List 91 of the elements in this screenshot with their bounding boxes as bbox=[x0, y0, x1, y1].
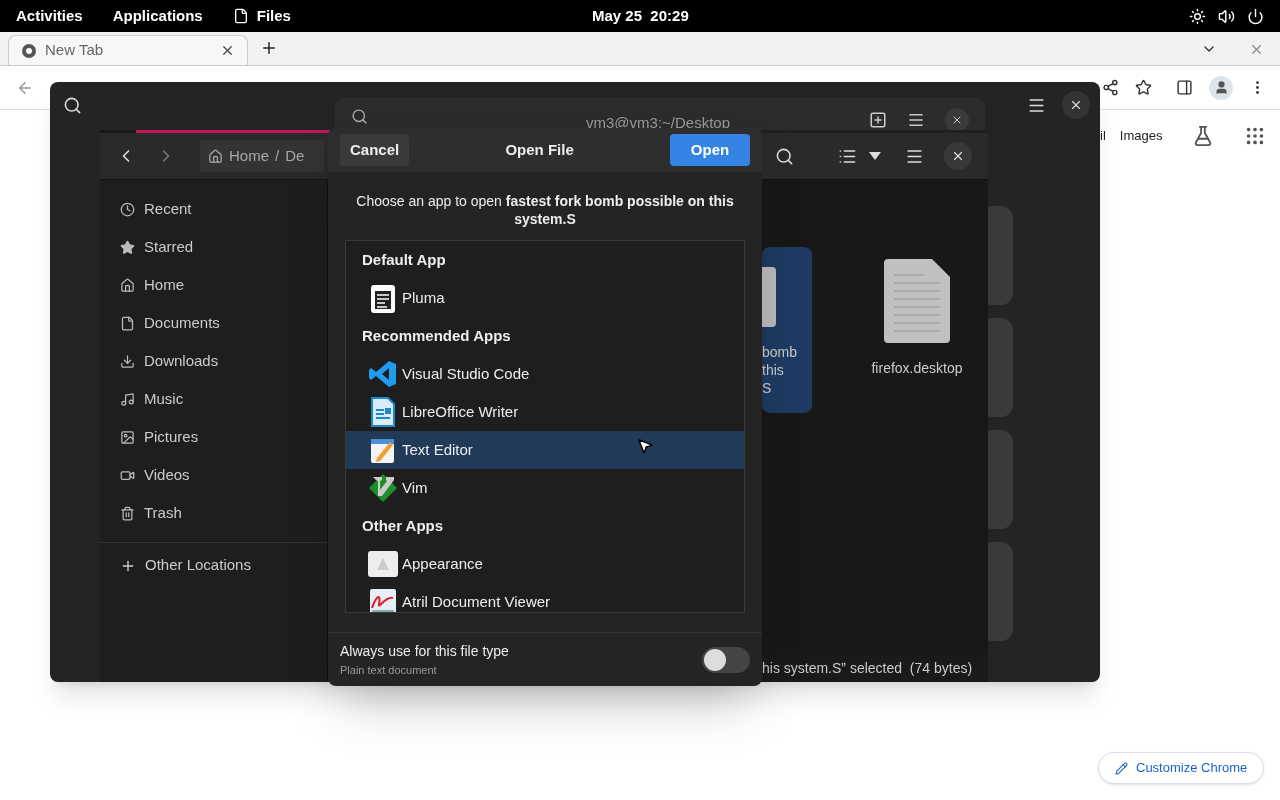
close-icon bbox=[1069, 98, 1083, 112]
app-row[interactable]: Vim bbox=[346, 469, 744, 507]
applications-menu[interactable]: Applications bbox=[112, 4, 203, 28]
file-name: this bbox=[762, 361, 785, 379]
activities-button[interactable]: Activities bbox=[16, 4, 83, 28]
window-title: vm3@vm3:~/Desktop bbox=[586, 113, 731, 133]
side-panel-icon[interactable] bbox=[1176, 79, 1193, 96]
search-icon[interactable] bbox=[351, 108, 368, 125]
link[interactable]: il bbox=[1100, 126, 1106, 146]
open-button[interactable]: Open bbox=[670, 134, 750, 166]
close-icon bbox=[951, 149, 965, 163]
music-note-icon bbox=[120, 391, 135, 407]
share-icon[interactable] bbox=[1102, 79, 1119, 96]
other-locations-item[interactable]: Other Locations bbox=[100, 542, 327, 588]
toggle-switch[interactable] bbox=[702, 646, 750, 673]
link[interactable]: Images bbox=[1119, 126, 1163, 146]
breadcrumb-item[interactable]: De bbox=[285, 144, 305, 168]
bookmark-star-icon[interactable] bbox=[1135, 79, 1152, 96]
menu-icon[interactable] bbox=[907, 111, 925, 129]
sidebar-item[interactable]: Downloads bbox=[100, 342, 327, 380]
file-item[interactable]: firefox.desktop bbox=[862, 247, 972, 655]
sidebar-item[interactable]: Music bbox=[100, 380, 327, 418]
app-row[interactable]: Visual Studio Code bbox=[346, 355, 744, 393]
volume-icon[interactable] bbox=[1218, 7, 1235, 25]
file-item[interactable]: bomb this S bbox=[762, 247, 812, 413]
close-button[interactable] bbox=[944, 142, 972, 170]
tab-title: New Tab bbox=[45, 40, 104, 61]
home-icon bbox=[120, 277, 135, 293]
status-text: his system.S” selected (74 bytes) bbox=[762, 659, 973, 678]
app-row[interactable]: Atril Document Viewer bbox=[346, 583, 744, 612]
sidebar-item[interactable]: Pictures bbox=[100, 418, 327, 456]
browser-logo-icon bbox=[21, 42, 37, 59]
section-heading: Other Apps bbox=[361, 515, 445, 536]
app-row[interactable]: LibreOffice Writer bbox=[346, 393, 744, 431]
clock-icon bbox=[120, 201, 135, 217]
app-row[interactable]: Appearance bbox=[346, 545, 744, 583]
code-editor-icon bbox=[368, 359, 398, 389]
browser-tab[interactable]: New Tab bbox=[8, 35, 248, 65]
file-name: firefox.desktop bbox=[871, 359, 963, 377]
section-heading: Default App bbox=[361, 249, 447, 270]
document-viewer-icon bbox=[369, 588, 397, 612]
option-label: Always use for this file type bbox=[340, 641, 509, 661]
close-icon bbox=[951, 114, 963, 126]
document-icon bbox=[120, 315, 135, 331]
search-icon[interactable] bbox=[63, 96, 82, 115]
appearance-icon bbox=[367, 550, 399, 578]
path-separator: / bbox=[275, 145, 280, 166]
close-button[interactable] bbox=[945, 108, 969, 132]
trash-icon bbox=[120, 505, 135, 521]
mouse-pointer-icon bbox=[636, 437, 654, 455]
file-name: S bbox=[762, 379, 773, 397]
section-heading: Recommended Apps bbox=[361, 325, 512, 346]
notepad-icon bbox=[369, 282, 397, 314]
profile-avatar[interactable] bbox=[1209, 75, 1233, 100]
document-icon bbox=[370, 396, 396, 428]
sidebar-item[interactable]: Home bbox=[100, 266, 327, 304]
prompt-text: Choose an app to open fastest fork bomb possible on this system.S bbox=[355, 192, 735, 228]
breadcrumb-item[interactable]: Home bbox=[229, 144, 269, 168]
picture-icon bbox=[120, 429, 135, 445]
star-icon bbox=[120, 239, 135, 255]
text-file-icon bbox=[884, 259, 950, 343]
sidebar-item[interactable]: Trash bbox=[100, 494, 327, 532]
search-icon[interactable] bbox=[775, 146, 794, 166]
customize-button[interactable]: Customize Chrome bbox=[1098, 752, 1265, 784]
dialog-title: Open File bbox=[504, 139, 575, 160]
new-tab-icon[interactable] bbox=[260, 39, 278, 57]
dropdown-arrow-icon[interactable] bbox=[869, 152, 881, 160]
option-hint: Plain text document bbox=[340, 662, 438, 678]
pencil-icon bbox=[1115, 761, 1128, 775]
breadcrumb-bar[interactable]: Home / De bbox=[200, 140, 324, 172]
file-name: bomb bbox=[762, 343, 798, 361]
sidebar-item[interactable]: Videos bbox=[100, 456, 327, 494]
sidebar-item[interactable]: Recent bbox=[100, 190, 327, 228]
new-tab-icon[interactable] bbox=[869, 111, 887, 129]
sidebar-item[interactable]: Documents bbox=[100, 304, 327, 342]
close-button[interactable] bbox=[1062, 91, 1090, 119]
brightness-icon[interactable] bbox=[1189, 7, 1206, 25]
app-row[interactable]: Pluma bbox=[346, 279, 744, 317]
close-icon[interactable] bbox=[220, 43, 235, 58]
power-icon[interactable] bbox=[1247, 7, 1264, 25]
sidebar-item[interactable]: Starred bbox=[100, 228, 327, 266]
menu-icon[interactable] bbox=[1027, 96, 1046, 115]
vim-logo-icon bbox=[368, 473, 398, 503]
app-menu[interactable]: Files bbox=[232, 4, 291, 28]
notepad-pencil-icon bbox=[370, 436, 396, 464]
download-icon bbox=[120, 353, 135, 369]
cancel-button[interactable]: Cancel bbox=[340, 134, 410, 166]
app-row[interactable]: Text Editor bbox=[346, 431, 744, 469]
clock[interactable]: May 25 20:29 bbox=[592, 4, 689, 28]
person-icon bbox=[1213, 80, 1229, 95]
home-icon bbox=[208, 148, 223, 164]
